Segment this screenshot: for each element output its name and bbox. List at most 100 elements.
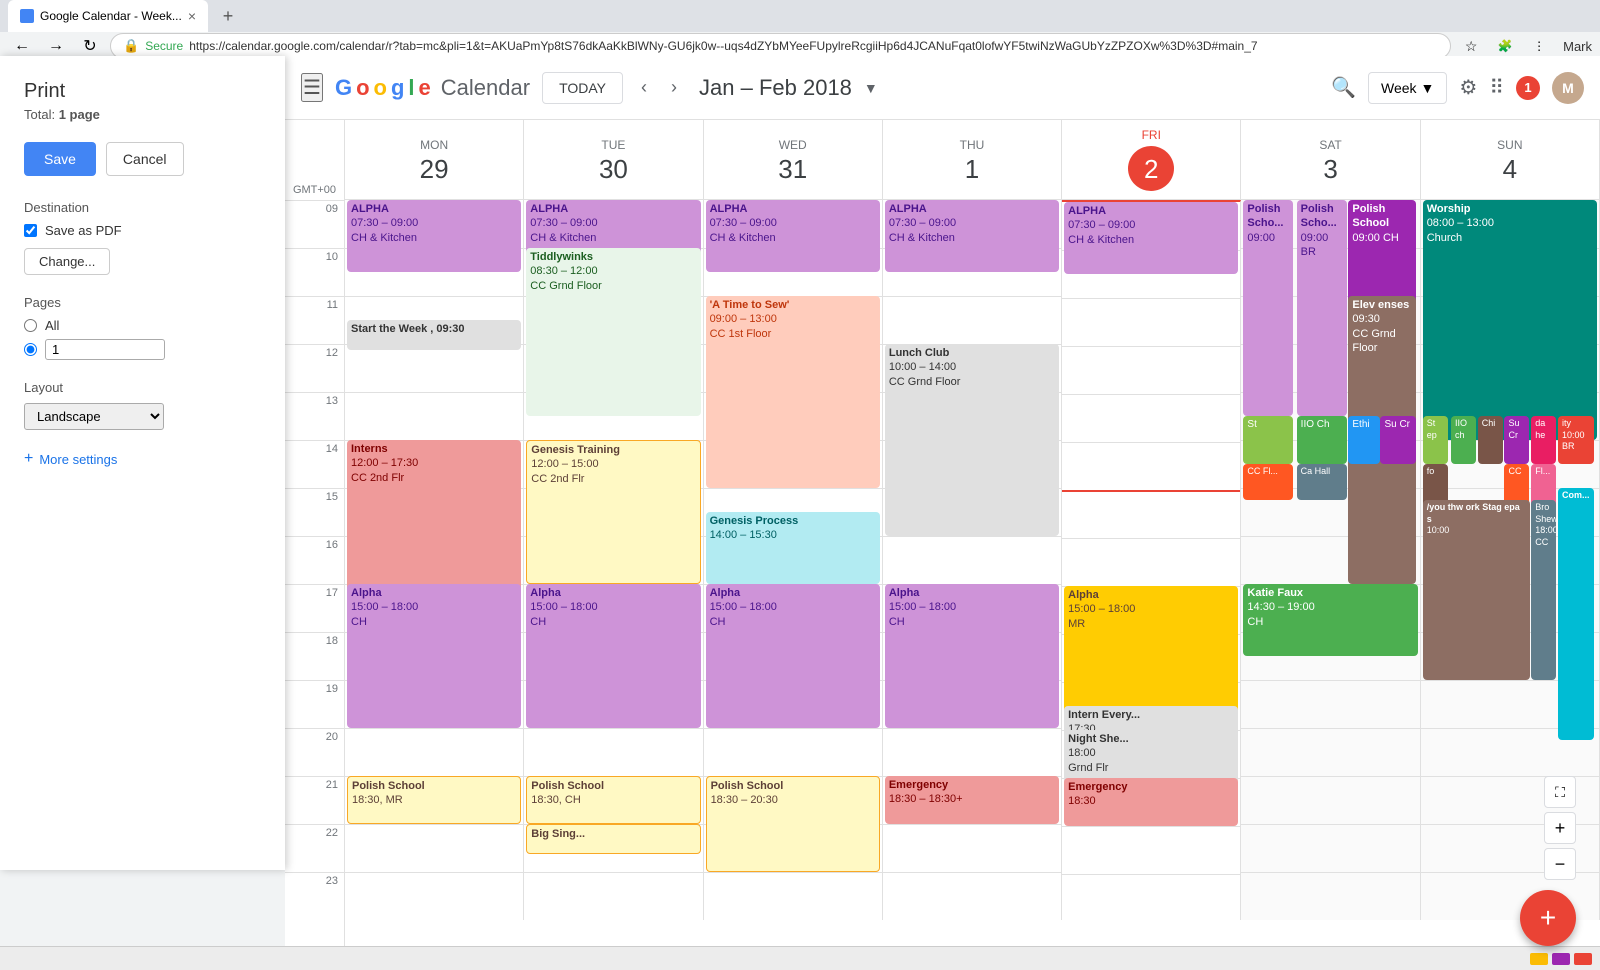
event-mon-alpha2[interactable]: Alpha 15:00 – 18:00 CH <box>347 584 521 728</box>
event-tue-tiddly[interactable]: Tiddlywinks 08:30 – 12:00 CC Grnd Floor <box>526 248 700 416</box>
logo-calendar-text: Calendar <box>441 75 530 101</box>
event-sat-ethi[interactable]: Ethi <box>1348 416 1380 464</box>
day-header-wed[interactable]: Wed 31 <box>704 120 883 199</box>
day-header-thu[interactable]: Thu 1 <box>883 120 1062 199</box>
next-week-button[interactable]: › <box>665 71 683 104</box>
event-sun-st[interactable]: St ep <box>1423 416 1448 464</box>
day-header-sun[interactable]: Sun 4 <box>1421 120 1600 199</box>
secure-label: Secure <box>145 39 183 53</box>
event-wed-alpha[interactable]: ALPHA 07:30 – 09:00 CH & Kitchen <box>706 200 880 272</box>
event-thu-alpha[interactable]: ALPHA 07:30 – 09:00 CH & Kitchen <box>885 200 1059 272</box>
zoom-in-button[interactable]: + <box>1544 812 1576 844</box>
event-wed-genesis[interactable]: Genesis Process 14:00 – 15:30 <box>706 512 880 584</box>
today-button[interactable]: TODAY <box>542 72 623 104</box>
notification-badge[interactable]: 1 <box>1516 76 1540 100</box>
cancel-button[interactable]: Cancel <box>106 142 184 176</box>
tab-close-icon[interactable]: × <box>188 8 196 24</box>
more-settings-label: More settings <box>39 452 117 467</box>
day-name-sat: Sat <box>1319 138 1341 152</box>
header-right: 🔍 Week ▼ ⚙ ⠿ 1 M <box>1331 72 1584 104</box>
save-button[interactable]: Save <box>24 142 96 176</box>
time-20: 20 <box>285 728 344 776</box>
event-sun-da[interactable]: da he <box>1531 416 1556 464</box>
day-num-sun: 4 <box>1503 156 1517 182</box>
new-tab-button[interactable]: + <box>214 2 242 30</box>
day-name-thu: Thu <box>960 138 985 152</box>
apps-button[interactable]: ⠿ <box>1489 75 1504 100</box>
page-number-input[interactable] <box>45 339 165 360</box>
tab-favicon <box>20 9 34 23</box>
tab-title: Google Calendar - Week... <box>40 9 182 23</box>
event-mon-polish[interactable]: Polish School 18:30, MR <box>347 776 521 824</box>
destination-section: Destination Save as PDF Change... <box>24 200 261 275</box>
event-thu-alpha2[interactable]: Alpha 15:00 – 18:00 CH <box>885 584 1059 728</box>
create-event-fab[interactable]: + <box>1520 890 1576 946</box>
event-sun-chi[interactable]: Chi <box>1478 416 1503 464</box>
event-sat-polish1[interactable]: Polish Scho... 09:00 <box>1243 200 1293 416</box>
event-sat-katie[interactable]: Katie Faux 14:30 – 19:00 CH <box>1243 584 1417 656</box>
event-sat-su[interactable]: Su Cr <box>1380 416 1416 464</box>
event-sun-iioch[interactable]: IIO ch <box>1451 416 1476 464</box>
event-wed-alpha2[interactable]: Alpha 15:00 – 18:00 CH <box>706 584 880 728</box>
day-header-mon[interactable]: Mon 29 <box>345 120 524 199</box>
event-mon-alpha[interactable]: ALPHA 07:30 – 09:00 CH & Kitchen <box>347 200 521 272</box>
save-as-pdf-checkbox[interactable] <box>24 224 37 237</box>
event-fri-alpha[interactable]: ALPHA 07:30 – 09:00 CH & Kitchen <box>1064 202 1238 274</box>
event-sat-polish2[interactable]: Polish Scho... 09:00 BR <box>1297 200 1347 416</box>
time-10: 10 <box>285 248 344 296</box>
event-tue-genesis[interactable]: Genesis Training 12:00 – 15:00 CC 2nd Fl… <box>526 440 700 584</box>
days-container: Mon 29 Tue 30 Wed 31 Thu 1 Fri 2 <box>345 120 1600 970</box>
day-header-tue[interactable]: Tue 30 <box>524 120 703 199</box>
event-tue-ipds[interactable]: Big Sing... <box>526 824 700 854</box>
event-sat-cath[interactable]: Ca Hall <box>1297 464 1347 500</box>
zoom-out-button[interactable]: − <box>1544 848 1576 880</box>
event-sun-su2[interactable]: Su Cr <box>1504 416 1529 464</box>
event-sun-ity[interactable]: ity 10:00 BR <box>1558 416 1594 464</box>
all-label: All <box>45 318 59 333</box>
event-mon-interns[interactable]: Interns 12:00 – 17:30 CC 2nd Flr <box>347 440 521 608</box>
change-button[interactable]: Change... <box>24 248 110 275</box>
view-selector[interactable]: Week ▼ <box>1368 72 1447 104</box>
tab[interactable]: Google Calendar - Week... × <box>8 0 208 32</box>
plus-icon: + <box>24 450 33 468</box>
time-18: 18 <box>285 632 344 680</box>
event-wed-polish[interactable]: Polish School 18:30 – 20:30 <box>706 776 880 872</box>
day-header-sat[interactable]: Sat 3 <box>1241 120 1420 199</box>
event-sun-bro[interactable]: Bro Shewn... 18:00 CC <box>1531 500 1556 680</box>
time-11: 11 <box>285 296 344 344</box>
event-sun-com[interactable]: Com... <box>1558 488 1594 740</box>
event-sun-worship[interactable]: Worship 08:00 – 13:00 Church <box>1423 200 1597 440</box>
days-body: ALPHA 07:30 – 09:00 CH & Kitchen Start t… <box>345 200 1600 920</box>
dropdown-icon[interactable]: ▼ <box>864 80 878 96</box>
event-tue-polish[interactable]: Polish School 18:30, CH <box>526 776 700 824</box>
settings-button[interactable]: ⚙ <box>1459 75 1477 100</box>
status-bar <box>0 946 1600 970</box>
event-sun-staging[interactable]: /you thw ork Stag epa s 10:00 <box>1423 500 1530 680</box>
more-settings-row[interactable]: + More settings <box>24 450 261 468</box>
event-mon-startweek[interactable]: Start the Week , 09:30 <box>347 320 521 350</box>
layout-select[interactable]: Landscape Portrait <box>24 403 164 430</box>
day-col-mon: ALPHA 07:30 – 09:00 CH & Kitchen Start t… <box>345 200 524 920</box>
all-radio[interactable] <box>24 319 37 332</box>
avatar[interactable]: M <box>1552 72 1584 104</box>
user-name: Mark <box>1563 39 1592 54</box>
event-thu-lunch[interactable]: Lunch Club 10:00 – 14:00 CC Grnd Floor <box>885 344 1059 536</box>
hamburger-menu[interactable]: ☰ <box>301 73 323 102</box>
day-num-fri: 2 <box>1128 146 1174 191</box>
event-wed-sew[interactable]: 'A Time to Sew' 09:00 – 13:00 CC 1st Flo… <box>706 296 880 488</box>
event-tue-alpha2[interactable]: Alpha 15:00 – 18:00 CH <box>526 584 700 728</box>
event-sat-ch[interactable]: IIO Ch <box>1297 416 1347 464</box>
print-panel: Print Total: 1 page Save Cancel Destinat… <box>0 56 285 870</box>
event-fri-emerg[interactable]: Emergency 18:30 <box>1064 778 1238 826</box>
page-number-radio[interactable] <box>24 343 37 356</box>
prev-week-button[interactable]: ‹ <box>635 71 653 104</box>
time-23: 23 <box>285 872 344 920</box>
day-header-fri[interactable]: Fri 2 <box>1062 120 1241 199</box>
event-sat-cc[interactable]: CC Fl... <box>1243 464 1293 500</box>
fullscreen-button[interactable]: ⛶ <box>1544 776 1576 808</box>
time-14: 14 <box>285 440 344 488</box>
event-thu-emerg[interactable]: Emergency 18:30 – 18:30+ <box>885 776 1059 824</box>
day-col-thu: ALPHA 07:30 – 09:00 CH & Kitchen Lunch C… <box>883 200 1062 920</box>
event-sat-multi[interactable]: St <box>1243 416 1293 464</box>
search-button[interactable]: 🔍 <box>1331 75 1356 100</box>
